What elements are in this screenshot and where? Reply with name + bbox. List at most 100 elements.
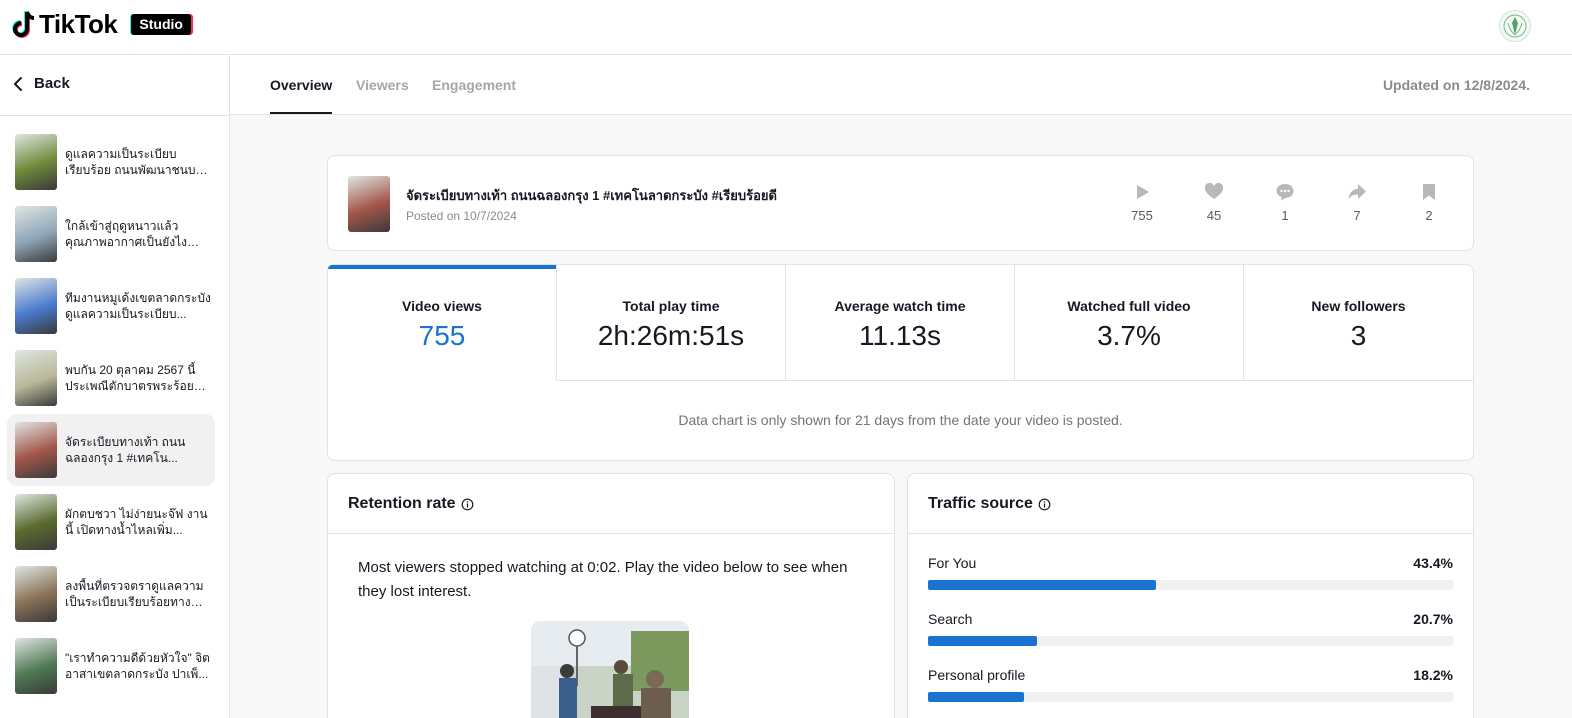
retention-header: Retention rate bbox=[348, 495, 474, 513]
source-name: Personal profile bbox=[928, 667, 1026, 683]
video-list-title: พบกัน 20 ตุลาคม 2567 นี้ ประเพณีตักบาตรพ… bbox=[65, 363, 196, 393]
tab-overview[interactable]: Overview bbox=[270, 77, 332, 93]
video-frame-image bbox=[531, 621, 689, 718]
tab-viewers[interactable]: Viewers bbox=[356, 77, 409, 93]
video-list-title: "เราทำความดีด้วยหัวใจ" จิต อาสาเขตลาดกระ… bbox=[65, 651, 210, 681]
video-thumbnail bbox=[15, 494, 57, 550]
stat-views: 755 bbox=[1117, 182, 1167, 223]
metric-total-play-time[interactable]: Total play time 2h:26m:51s bbox=[557, 265, 786, 381]
card-divider bbox=[328, 533, 894, 534]
sidebar-divider bbox=[0, 115, 229, 116]
retention-title: Retention rate bbox=[348, 495, 456, 512]
video-list-item[interactable]: "เราทำความดีด้วยหัวใจ" จิต อาสาเขตลาดกระ… bbox=[7, 630, 215, 702]
traffic-source-search: Search 20.7% bbox=[928, 611, 1453, 646]
traffic-source-personal-profile: Personal profile 18.2% bbox=[928, 667, 1453, 702]
video-thumbnail bbox=[15, 278, 57, 334]
metric-value: 3.7% bbox=[1097, 320, 1161, 351]
metric-label: New followers bbox=[1311, 298, 1406, 314]
video-thumbnail bbox=[15, 566, 57, 622]
stat-likes-value: 45 bbox=[1206, 208, 1222, 223]
traffic-source-for-you: For You 43.4% bbox=[928, 555, 1453, 590]
video-thumbnail bbox=[15, 134, 57, 190]
traffic-source-card: Traffic source For You 43.4% Search 20.7… bbox=[907, 473, 1474, 718]
video-list-item[interactable]: ทีมงานหมูเด้งเขตลาดกระบัง ดูแลความเป็นระ… bbox=[7, 270, 215, 342]
metric-value: 3 bbox=[1350, 320, 1367, 351]
metric-value: 11.13s bbox=[859, 320, 941, 351]
stat-shares: 7 bbox=[1332, 182, 1382, 223]
traffic-header: Traffic source bbox=[928, 495, 1051, 513]
tiktok-studio-logo[interactable]: TikTok Studio bbox=[10, 9, 191, 40]
active-tab-indicator bbox=[270, 112, 332, 114]
video-list-title: ทีมงานหมูเด้งเขตลาดกระบัง ดูแลความเป็นระ… bbox=[65, 291, 211, 321]
info-icon[interactable] bbox=[461, 498, 474, 511]
retention-video-player[interactable] bbox=[531, 621, 689, 718]
back-label: Back bbox=[34, 75, 70, 92]
source-name: For You bbox=[928, 555, 977, 571]
play-icon bbox=[1137, 185, 1149, 199]
stat-comments-value: 1 bbox=[1281, 208, 1289, 223]
video-list-item[interactable]: ใกล้เข้าสู่ฤดูหนาวแล้ว คุณภาพอากาศเป็นยั… bbox=[7, 198, 215, 270]
emblem-icon bbox=[1503, 14, 1527, 38]
tiktok-note-icon bbox=[12, 10, 35, 38]
video-list-item[interactable]: ดูแลความเป็นระเบียบ เรียบร้อย ถนนพัฒนาชน… bbox=[7, 126, 215, 198]
video-list-item[interactable]: พบกัน 20 ตุลาคม 2567 นี้ ประเพณีตักบาตรพ… bbox=[7, 342, 215, 414]
tab-engagement[interactable]: Engagement bbox=[432, 77, 516, 93]
heart-icon bbox=[1204, 182, 1224, 199]
studio-badge: Studio bbox=[131, 14, 191, 35]
video-list-title: ใกล้เข้าสู่ฤดูหนาวแล้ว คุณภาพอากาศเป็นยั… bbox=[65, 219, 187, 249]
account-avatar[interactable] bbox=[1499, 10, 1531, 42]
metric-value: 755 bbox=[418, 320, 466, 351]
stat-saves: 2 bbox=[1404, 182, 1454, 223]
chevron-left-icon bbox=[14, 76, 22, 91]
comment-icon bbox=[1276, 184, 1294, 201]
source-bar-track bbox=[928, 636, 1453, 646]
video-thumbnail[interactable] bbox=[348, 176, 390, 232]
source-percent: 43.4% bbox=[1413, 555, 1453, 571]
info-icon[interactable] bbox=[1038, 498, 1051, 511]
bookmark-icon bbox=[1423, 184, 1435, 200]
video-list-item[interactable]: ลงพื้นที่ตรวจตราดูแลความ เป็นระเบียบเรีย… bbox=[7, 558, 215, 630]
traffic-title: Traffic source bbox=[928, 495, 1033, 512]
video-list-title: ผักตบชวา ไม่ง่ายนะจ๊ฟ งานนี้ เปิดทางน้ำไ… bbox=[65, 507, 208, 537]
video-list-item[interactable]: ผักตบชวา ไม่ง่ายนะจ๊ฟ งานนี้ เปิดทางน้ำไ… bbox=[7, 486, 215, 558]
metric-watched-full-video[interactable]: Watched full video 3.7% bbox=[1015, 265, 1244, 381]
source-percent: 20.7% bbox=[1413, 611, 1453, 627]
video-list: ดูแลความเป็นระเบียบ เรียบร้อย ถนนพัฒนาชน… bbox=[7, 126, 215, 702]
video-thumbnail bbox=[15, 638, 57, 694]
metric-label: Total play time bbox=[622, 298, 720, 314]
retention-description: Most viewers stopped watching at 0:02. P… bbox=[358, 559, 848, 600]
share-icon bbox=[1348, 184, 1366, 200]
video-thumbnail bbox=[15, 206, 57, 262]
metric-value: 2h:26m:51s bbox=[597, 320, 745, 351]
chart-note: Data chart is only shown for 21 days fro… bbox=[678, 412, 1123, 428]
metric-label: Watched full video bbox=[1067, 298, 1191, 314]
stat-views-value: 755 bbox=[1131, 208, 1153, 223]
updated-date: Updated on 12/8/2024. bbox=[1382, 77, 1530, 93]
metric-label: Video views bbox=[402, 298, 482, 314]
back-button[interactable]: Back bbox=[12, 75, 70, 92]
metric-new-followers[interactable]: New followers 3 bbox=[1244, 265, 1473, 381]
metric-label: Average watch time bbox=[834, 298, 966, 314]
source-bar-track bbox=[928, 580, 1453, 590]
metric-average-watch-time[interactable]: Average watch time 11.13s bbox=[786, 265, 1015, 381]
sidebar: Back ดูแลความเป็นระเบียบ เรียบร้อย ถนนพั… bbox=[0, 55, 230, 718]
logo-text: TikTok bbox=[39, 9, 118, 39]
stat-saves-value: 2 bbox=[1425, 208, 1433, 223]
stat-shares-value: 7 bbox=[1353, 208, 1361, 223]
tab-bar: Overview Viewers Engagement Updated on 1… bbox=[230, 55, 1572, 115]
video-thumbnail bbox=[15, 350, 57, 406]
source-bar-track bbox=[928, 692, 1453, 702]
key-metrics-card: Video views 755 Total play time 2h:26m:5… bbox=[327, 264, 1474, 461]
video-list-title: จัดระเบียบทางเท้า ถนน ฉลองกรุง 1 #เทคโน.… bbox=[65, 435, 186, 465]
top-bar: TikTok Studio bbox=[0, 0, 1572, 55]
video-posted-date: Posted on 10/7/2024 bbox=[406, 209, 517, 223]
metric-video-views[interactable]: Video views 755 bbox=[328, 265, 557, 381]
source-name: Search bbox=[928, 611, 973, 627]
video-list-item[interactable]: จัดระเบียบทางเท้า ถนน ฉลองกรุง 1 #เทคโน.… bbox=[7, 414, 215, 486]
main-content: Overview Viewers Engagement Updated on 1… bbox=[230, 55, 1572, 718]
source-percent: 18.2% bbox=[1413, 667, 1453, 683]
video-thumbnail bbox=[15, 422, 57, 478]
stat-likes: 45 bbox=[1189, 182, 1239, 223]
video-summary-card: จัดระเบียบทางเท้า ถนนฉลองกรุง 1 #เทคโนลา… bbox=[327, 155, 1474, 251]
video-list-title: ลงพื้นที่ตรวจตราดูแลความ เป็นระเบียบเรีย… bbox=[65, 579, 204, 609]
